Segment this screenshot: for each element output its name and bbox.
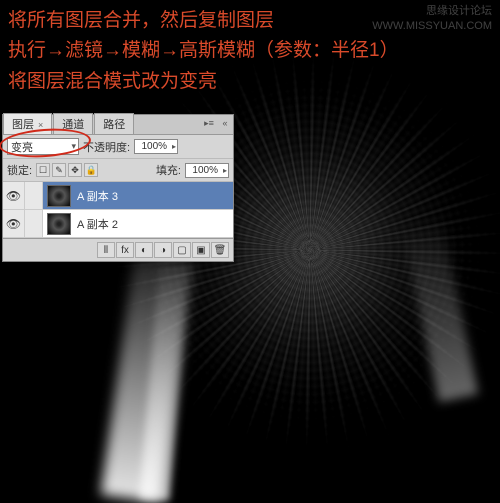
lock-icons: ☐ ✎ ✥ 🔒 xyxy=(36,163,98,177)
panel-tabs: 图层× 通道 路径 ▸≡ « xyxy=(3,115,233,135)
mask-icon[interactable]: ◐ xyxy=(135,242,153,258)
lock-label: 锁定: xyxy=(7,162,32,178)
fill-label: 填充: xyxy=(156,162,181,178)
close-icon[interactable]: × xyxy=(38,120,43,130)
lock-transparency-icon[interactable]: ☐ xyxy=(36,163,50,177)
visibility-eye-icon[interactable]: 👁 xyxy=(3,182,25,209)
blend-mode-select[interactable]: 变亮 xyxy=(7,138,79,155)
trash-icon[interactable]: 🗑 xyxy=(211,242,229,258)
adjustment-icon[interactable]: ◑ xyxy=(154,242,172,258)
link-layers-icon[interactable]: ⦀ xyxy=(97,242,115,258)
opacity-label: 不透明度: xyxy=(83,139,130,155)
tutorial-instructions: 将所有图层合并，然后复制图层 执行→滤镜→模糊→高斯模糊（参数：半径1） 将图层… xyxy=(8,6,399,97)
layer-row[interactable]: 👁 A 副本 2 xyxy=(3,210,233,238)
lock-position-icon[interactable]: ✥ xyxy=(68,163,82,177)
visibility-eye-icon[interactable]: 👁 xyxy=(3,210,25,237)
layers-panel: 图层× 通道 路径 ▸≡ « 变亮 不透明度: 100% 锁定: ☐ ✎ ✥ 🔒… xyxy=(2,114,234,262)
tab-layers[interactable]: 图层× xyxy=(3,113,52,134)
instruction-line: 将所有图层合并，然后复制图层 xyxy=(8,6,399,36)
fx-icon[interactable]: fx xyxy=(116,242,134,258)
layer-name[interactable]: A 副本 2 xyxy=(75,216,233,232)
layer-row[interactable]: 👁 A 副本 3 xyxy=(3,182,233,210)
panel-collapse-icon[interactable]: « xyxy=(219,117,231,129)
new-layer-icon[interactable]: ▣ xyxy=(192,242,210,258)
tab-channels[interactable]: 通道 xyxy=(53,113,93,134)
panel-menu-icon[interactable]: ▸≡ xyxy=(203,117,215,129)
layer-buttons-bar: ⦀ fx ◐ ◑ ▢ ▣ 🗑 xyxy=(3,238,233,261)
lock-fill-row: 锁定: ☐ ✎ ✥ 🔒 填充: 100% xyxy=(3,159,233,182)
link-column[interactable] xyxy=(25,210,43,237)
link-column[interactable] xyxy=(25,182,43,209)
instruction-line: 将图层混合模式改为变亮 xyxy=(8,67,399,97)
layer-name[interactable]: A 副本 3 xyxy=(75,188,233,204)
instruction-line: 执行→滤镜→模糊→高斯模糊（参数：半径1） xyxy=(8,36,399,66)
group-icon[interactable]: ▢ xyxy=(173,242,191,258)
layer-thumbnail[interactable] xyxy=(47,213,71,235)
layer-thumbnail[interactable] xyxy=(47,185,71,207)
layers-list: 👁 A 副本 3 👁 A 副本 2 xyxy=(3,182,233,238)
tab-paths[interactable]: 路径 xyxy=(94,113,134,134)
fill-input[interactable]: 100% xyxy=(185,163,229,178)
blend-opacity-row: 变亮 不透明度: 100% xyxy=(3,135,233,159)
opacity-input[interactable]: 100% xyxy=(134,139,178,154)
lock-all-icon[interactable]: 🔒 xyxy=(84,163,98,177)
lock-pixels-icon[interactable]: ✎ xyxy=(52,163,66,177)
